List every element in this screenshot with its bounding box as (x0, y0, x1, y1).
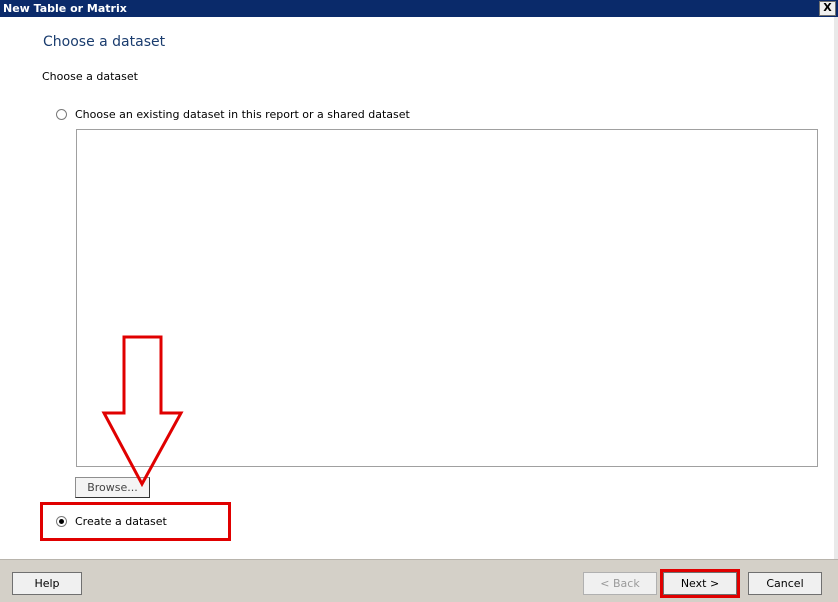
help-button[interactable]: Help (12, 572, 82, 595)
create-dataset-label: Create a dataset (75, 515, 167, 528)
right-gutter (834, 17, 838, 559)
window-title: New Table or Matrix (3, 2, 127, 15)
existing-dataset-label: Choose an existing dataset in this repor… (75, 108, 410, 121)
section-label: Choose a dataset (42, 70, 138, 83)
create-dataset-radio[interactable] (56, 516, 67, 527)
close-button[interactable]: X (819, 1, 836, 16)
existing-dataset-option[interactable]: Choose an existing dataset in this repor… (56, 108, 410, 121)
page-title: Choose a dataset (43, 34, 166, 50)
footer-bar: Help < Back Next > Cancel (0, 559, 838, 602)
dialog-content: Choose a dataset Choose a dataset Choose… (0, 17, 838, 559)
cancel-button[interactable]: Cancel (748, 572, 822, 595)
dataset-list[interactable] (76, 129, 818, 467)
create-dataset-option[interactable]: Create a dataset (56, 515, 167, 528)
next-button[interactable]: Next > (663, 572, 737, 595)
existing-dataset-radio[interactable] (56, 109, 67, 120)
down-arrow-annotation (101, 335, 184, 487)
title-bar: New Table or Matrix X (0, 0, 838, 17)
down-arrow-icon (101, 335, 184, 487)
close-icon: X (823, 1, 832, 14)
back-button[interactable]: < Back (583, 572, 657, 595)
